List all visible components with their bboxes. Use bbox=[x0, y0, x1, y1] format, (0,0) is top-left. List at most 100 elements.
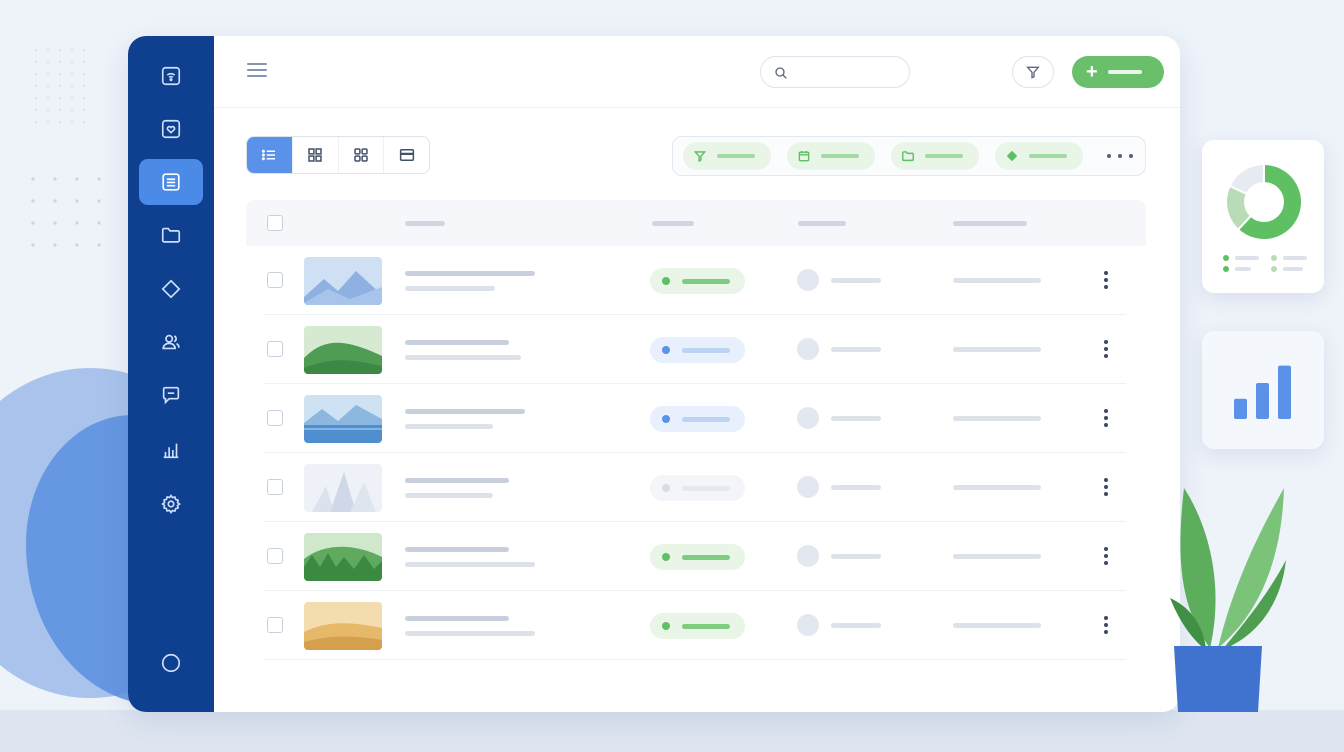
row-actions-button[interactable] bbox=[1100, 406, 1112, 430]
folder-chip[interactable] bbox=[891, 142, 979, 170]
row-actions-button[interactable] bbox=[1100, 613, 1112, 637]
owner-name bbox=[831, 416, 881, 421]
row-thumbnail[interactable] bbox=[304, 257, 382, 305]
tag-icon bbox=[161, 279, 181, 299]
bar-chart-card[interactable] bbox=[1202, 331, 1324, 449]
donut-chart-card[interactable] bbox=[1202, 140, 1324, 293]
filter-chip[interactable] bbox=[683, 142, 771, 170]
sidebar-item-favorites[interactable] bbox=[139, 106, 203, 152]
sidebar-item-tags[interactable] bbox=[139, 266, 203, 312]
column-header-owner[interactable] bbox=[798, 221, 846, 226]
row-checkbox[interactable] bbox=[267, 341, 283, 357]
chat-icon bbox=[162, 386, 180, 405]
row-actions-button[interactable] bbox=[1100, 544, 1112, 568]
status-dot bbox=[662, 277, 670, 285]
table-row[interactable] bbox=[264, 246, 1126, 315]
column-header-date[interactable] bbox=[953, 221, 1027, 226]
row-date bbox=[953, 623, 1041, 628]
table-row[interactable] bbox=[264, 522, 1126, 591]
grid-view-button[interactable] bbox=[293, 137, 339, 173]
row-subtitle bbox=[405, 631, 535, 636]
gallery-view-button[interactable] bbox=[339, 137, 385, 173]
menu-button[interactable] bbox=[247, 63, 267, 79]
main-content: + bbox=[214, 36, 1180, 712]
row-checkbox[interactable] bbox=[267, 548, 283, 564]
filter-button[interactable] bbox=[1012, 56, 1054, 88]
sidebar-item-settings[interactable] bbox=[139, 481, 203, 527]
tag-icon bbox=[1006, 150, 1018, 162]
sidebar-item-profile[interactable] bbox=[139, 640, 203, 686]
row-actions-button[interactable] bbox=[1100, 268, 1112, 292]
table-row[interactable] bbox=[264, 384, 1126, 453]
status-badge bbox=[650, 406, 745, 432]
owner-avatar bbox=[797, 269, 819, 291]
add-button-label-placeholder bbox=[1107, 70, 1142, 74]
bar bbox=[1234, 398, 1247, 419]
table-row[interactable] bbox=[264, 591, 1126, 660]
legend-label bbox=[1283, 267, 1303, 271]
sidebar bbox=[128, 36, 214, 712]
row-thumbnail[interactable] bbox=[304, 533, 382, 581]
table-row[interactable] bbox=[264, 453, 1126, 522]
sidebar-item-files[interactable] bbox=[139, 212, 203, 258]
plant-decoration bbox=[1170, 488, 1286, 712]
heart-card-icon bbox=[161, 119, 181, 139]
wifi-card-icon bbox=[161, 66, 181, 86]
sidebar-item-users[interactable] bbox=[139, 319, 203, 365]
owner-avatar bbox=[797, 407, 819, 429]
circle-icon bbox=[161, 653, 181, 673]
row-actions-button[interactable] bbox=[1100, 337, 1112, 361]
list-view-icon bbox=[262, 149, 276, 161]
more-vertical-icon bbox=[1104, 271, 1108, 275]
legend-dot bbox=[1271, 255, 1277, 261]
list-view-button[interactable] bbox=[247, 137, 293, 173]
list-document-icon bbox=[162, 173, 180, 191]
date-chip[interactable] bbox=[787, 142, 875, 170]
owner-avatar bbox=[797, 476, 819, 498]
column-header-status[interactable] bbox=[652, 221, 694, 226]
status-dot bbox=[662, 415, 670, 423]
legend-label bbox=[1235, 256, 1259, 260]
owner-name bbox=[831, 485, 881, 490]
row-checkbox[interactable] bbox=[267, 479, 283, 495]
folder-icon bbox=[161, 227, 181, 243]
row-checkbox[interactable] bbox=[267, 617, 283, 633]
more-options-button[interactable] bbox=[1107, 147, 1133, 165]
row-thumbnail[interactable] bbox=[304, 602, 382, 650]
grid-view-icon bbox=[308, 148, 322, 162]
owner-avatar bbox=[797, 614, 819, 636]
sidebar-item-dashboard[interactable] bbox=[139, 53, 203, 99]
card-view-button[interactable] bbox=[384, 137, 429, 173]
row-title bbox=[405, 271, 535, 276]
row-date bbox=[953, 278, 1041, 283]
sidebar-item-analytics[interactable] bbox=[139, 427, 203, 473]
row-date bbox=[953, 416, 1041, 421]
row-title bbox=[405, 547, 509, 552]
row-thumbnail[interactable] bbox=[304, 464, 382, 512]
status-dot bbox=[662, 484, 670, 492]
row-thumbnail[interactable] bbox=[304, 395, 382, 443]
sidebar-item-messages[interactable] bbox=[139, 372, 203, 418]
bar-chart-icon bbox=[163, 443, 179, 459]
search-input[interactable] bbox=[795, 61, 899, 83]
row-checkbox[interactable] bbox=[267, 272, 283, 288]
add-new-button[interactable]: + bbox=[1072, 56, 1164, 88]
select-all-checkbox[interactable] bbox=[267, 215, 283, 231]
tag-chip[interactable] bbox=[995, 142, 1083, 170]
status-dot bbox=[662, 553, 670, 561]
row-thumbnail[interactable] bbox=[304, 326, 382, 374]
status-badge bbox=[650, 337, 745, 363]
search-box[interactable] bbox=[760, 56, 910, 88]
owner-name bbox=[831, 278, 881, 283]
table-row[interactable] bbox=[264, 315, 1126, 384]
row-actions-button[interactable] bbox=[1100, 475, 1112, 499]
row-checkbox[interactable] bbox=[267, 410, 283, 426]
bar bbox=[1256, 383, 1269, 419]
status-badge bbox=[650, 613, 745, 639]
column-header-name[interactable] bbox=[405, 221, 445, 226]
owner-avatar bbox=[797, 545, 819, 567]
sidebar-item-documents[interactable] bbox=[139, 159, 203, 205]
top-bar: + bbox=[214, 36, 1180, 108]
row-title bbox=[405, 478, 509, 483]
app-window: + bbox=[128, 36, 1180, 712]
